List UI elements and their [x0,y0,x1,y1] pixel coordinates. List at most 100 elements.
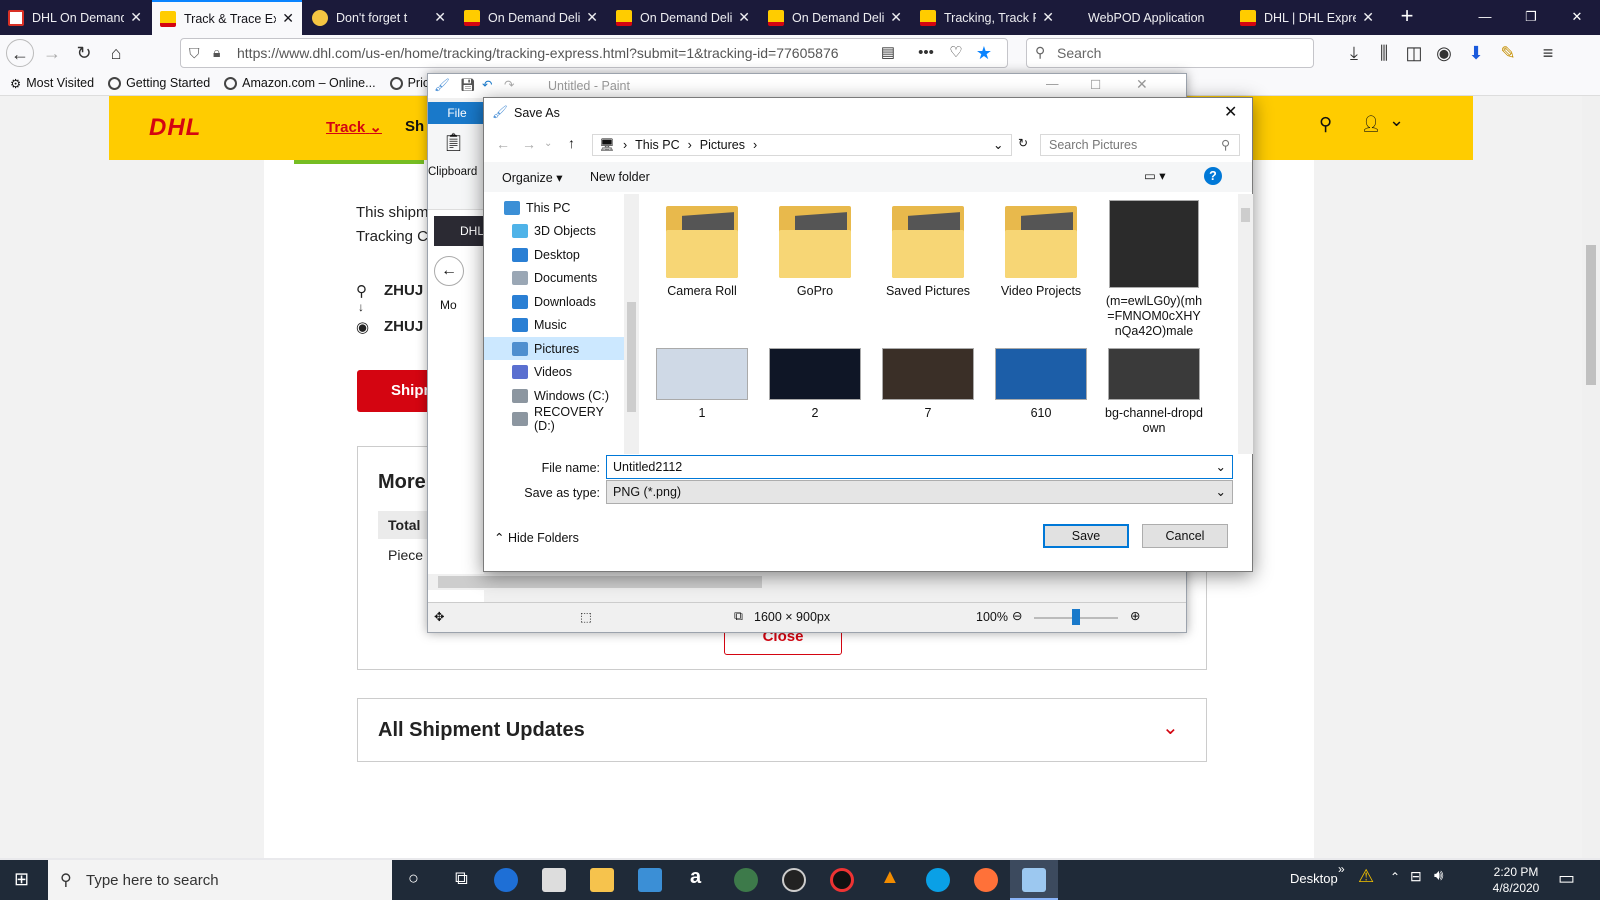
warning-icon[interactable]: ⚠ [1358,866,1374,887]
network-icon[interactable]: ⊟ [1410,868,1422,885]
volume-icon[interactable]: 🔊︎ [1434,867,1443,884]
folder-item[interactable]: GoPro [765,200,865,299]
reader-view-icon[interactable]: ▤ [874,39,902,67]
file-item[interactable]: 7 [878,348,978,421]
pocket-icon[interactable]: ♡ [942,39,970,67]
tripadvisor-icon[interactable] [734,868,758,892]
file-explorer-icon[interactable] [590,868,614,892]
nav-scrollbar[interactable] [624,194,639,454]
hide-folders-button[interactable]: ⌃ Hide Folders [494,530,579,545]
tab-on-demand-3[interactable]: On Demand Deliv ✕ [760,0,910,35]
search-icon[interactable]: ⚲ [1319,114,1332,135]
extension-icon[interactable]: ⬇ [1462,39,1490,67]
file-name-input[interactable]: Untitled2112 ⌄ [606,455,1233,479]
view-options-icon[interactable]: ▭ ▾ [1144,168,1166,183]
amazon-icon[interactable]: a [690,866,701,889]
breadcrumb-this-pc[interactable]: This PC [635,138,679,152]
paint-canvas[interactable]: DHL ← Mo [428,210,484,602]
home-icon[interactable]: ⌂ [102,39,130,67]
chevron-down-icon[interactable]: ⌄ [993,137,1003,152]
dhl-logo[interactable]: DHL [149,114,201,142]
tab-dont-forget[interactable]: Don't forget t ✕ [304,0,454,35]
cortana-icon[interactable]: ○ [408,868,419,889]
close-tab-icon[interactable]: ✕ [586,9,598,26]
bookmark-amazon[interactable]: Amazon.com – Online... [224,76,376,90]
chevron-up-icon[interactable]: ⌃ [1390,870,1400,884]
close-tab-icon[interactable]: ✕ [130,9,142,26]
file-scrollbar[interactable] [1238,194,1253,454]
lock-icon[interactable]: 🔒︎ [213,44,220,61]
desktop-toolbar-label[interactable]: Desktop [1290,871,1338,886]
page-actions-icon[interactable]: ••• [912,39,940,67]
chevron-down-icon[interactable]: ⌄ [1162,715,1179,740]
tab-track-trace[interactable]: Track & Trace Exp ✕ [152,0,302,35]
folder-item[interactable]: Saved Pictures [878,200,978,299]
skype-icon[interactable] [926,868,950,892]
save-button[interactable]: Save [1043,524,1129,548]
bookmark-most-visited[interactable]: ⚙ Most Visited [10,76,94,91]
close-tab-icon[interactable]: ✕ [738,9,750,26]
tab-dhl-on-demand[interactable]: DHL On Demand ✕ [0,0,150,35]
app-icon[interactable] [830,868,854,892]
store-icon[interactable] [542,868,566,892]
close-tab-icon[interactable]: ✕ [890,9,902,26]
shield-icon[interactable]: ⛉ [189,45,200,62]
windows-start-icon[interactable]: ⊞ [14,869,29,890]
clipboard-icon[interactable]: 📋︎ [442,132,465,153]
zoom-out-icon[interactable]: ⊖ [1012,608,1022,623]
file-item[interactable]: bg-channel-dropdown [1104,348,1204,436]
paint-file-tab[interactable]: File [428,102,486,124]
nav-item-documents[interactable]: Documents [484,267,624,290]
extension-icon[interactable]: ✎ [1494,39,1522,67]
sidebar-icon[interactable]: ◫ [1400,39,1428,67]
nav-track[interactable]: Track ⌄ [326,118,382,136]
refresh-icon[interactable]: ↻ [1018,136,1028,150]
account-icon[interactable]: ◉ [1430,39,1458,67]
recent-locations-icon[interactable]: ⌄ [544,138,552,149]
save-type-select[interactable]: PNG (*.png) ⌄ [606,480,1233,504]
app-icon[interactable] [782,868,806,892]
new-folder-button[interactable]: New folder [590,170,650,184]
minimize-icon[interactable]: — [1046,77,1059,91]
taskbar-search-input[interactable]: ⚲ Type here to search [48,860,392,900]
nav-item-pictures[interactable]: Pictures [484,337,624,360]
folder-item[interactable]: Camera Roll [652,200,752,299]
nav-ship[interactable]: Sh [405,118,424,135]
file-item[interactable]: 2 [765,348,865,421]
tab-on-demand-1[interactable]: On Demand Deliv ✕ [456,0,606,35]
tab-tracking[interactable]: Tracking, Track Pa ✕ [912,0,1062,35]
firefox-icon[interactable] [974,868,998,892]
task-view-icon[interactable]: ⧉ [455,868,468,889]
back-icon[interactable]: ← [6,39,34,67]
paint-hscrollbar[interactable] [428,574,1186,590]
browser-search-input[interactable]: ⚲ Search [1026,38,1314,68]
bookmark-star-icon[interactable]: ★ [970,39,998,67]
user-icon[interactable]: 👤︎ [1361,114,1381,134]
zoom-slider-thumb[interactable] [1072,609,1080,625]
save-icon[interactable]: 💾︎ [460,78,476,93]
close-window-button[interactable]: ✕ [1554,0,1600,35]
close-tab-icon[interactable]: ✕ [282,10,294,27]
restore-window-button[interactable]: ❐ [1508,0,1554,35]
undo-icon[interactable]: ↶ [482,77,492,92]
edge-icon[interactable] [494,868,518,892]
up-arrow-icon[interactable]: ↑ [568,135,575,151]
close-tab-icon[interactable]: ✕ [1362,9,1374,26]
bookmark-getting-started[interactable]: Getting Started [108,76,210,90]
nav-scroll-thumb[interactable] [627,302,636,412]
back-arrow-icon[interactable]: ← [496,136,510,152]
reload-icon[interactable]: ↻ [70,39,98,67]
nav-item-recovery-d[interactable]: RECOVERY (D:) [484,405,624,433]
nav-item-music[interactable]: Music [484,314,624,337]
close-tab-icon[interactable]: ✕ [434,9,446,26]
address-bar[interactable]: 🖥︎ › This PC › Pictures › ⌄ [592,134,1012,156]
new-tab-button[interactable]: + [1394,4,1420,30]
tab-webpod[interactable]: WebPOD Application [1080,0,1230,35]
file-item[interactable]: 1 [652,348,752,421]
shipment-updates-card[interactable]: All Shipment Updates ⌄ [357,698,1207,762]
maximize-icon[interactable]: ☐ [1090,77,1101,92]
toolbar-expand-icon[interactable]: » [1338,862,1345,876]
paint-taskbar-button[interactable] [1010,860,1058,900]
minimize-window-button[interactable]: — [1462,0,1508,35]
dialog-search-input[interactable]: Search Pictures ⚲ [1040,134,1240,156]
